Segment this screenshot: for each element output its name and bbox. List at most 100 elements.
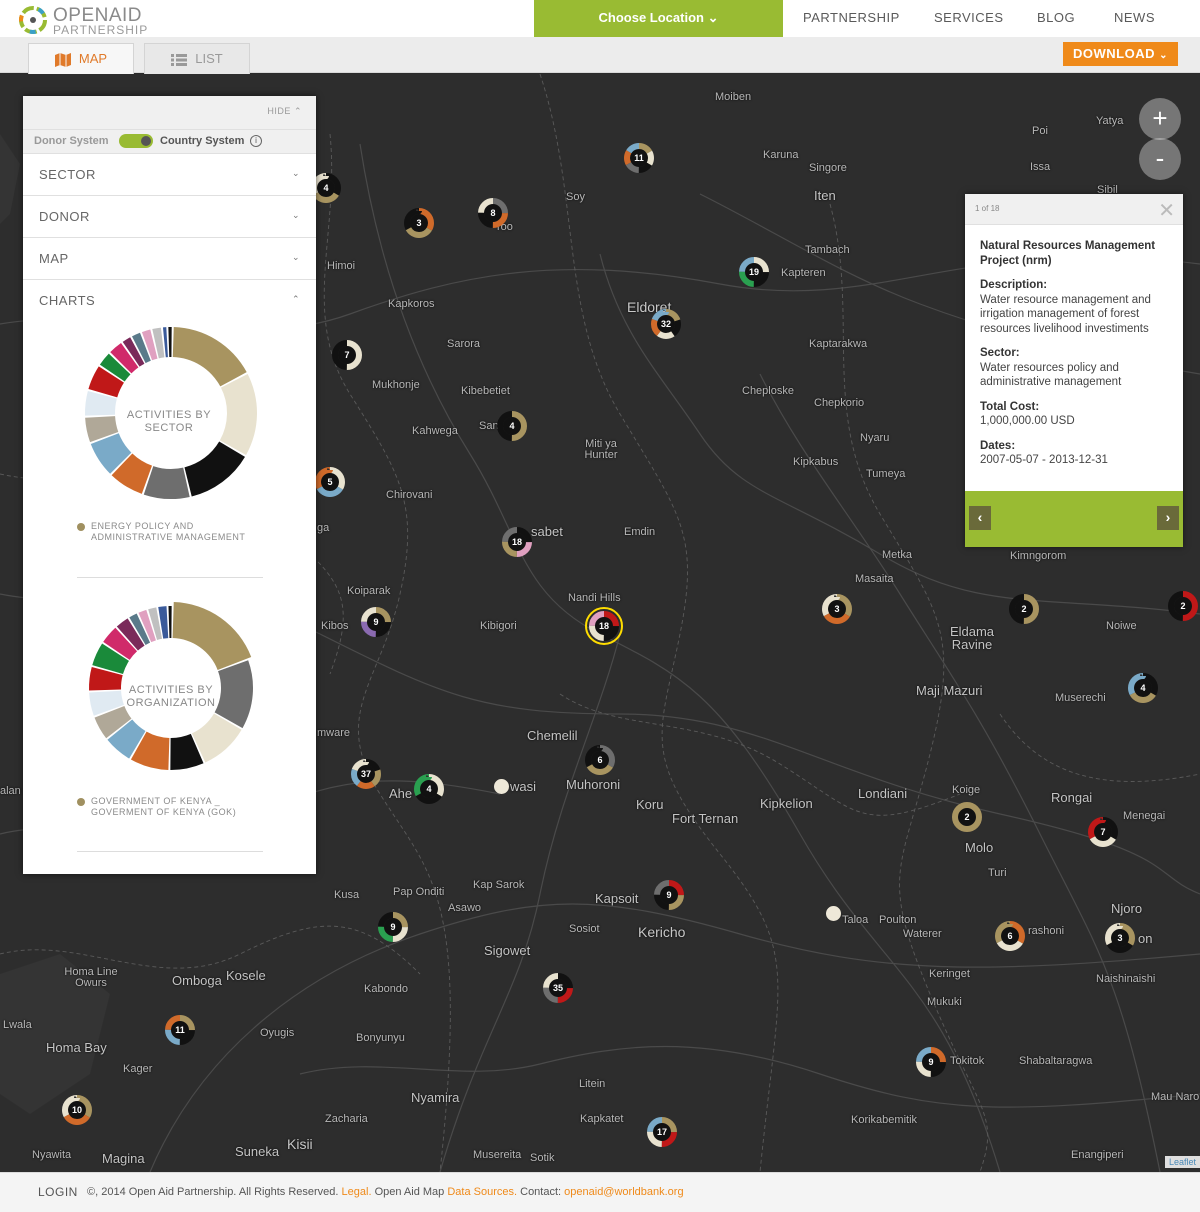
zoom-in-button[interactable]: + (1139, 98, 1181, 140)
cluster-marker[interactable]: 9 (653, 879, 685, 911)
previous-button[interactable]: ‹ (969, 506, 991, 530)
single-activity-marker[interactable] (494, 779, 509, 794)
cluster-count: 19 (748, 267, 759, 277)
logo-icon (19, 6, 47, 34)
cluster-marker-selected[interactable]: 18 (585, 607, 623, 645)
place-label: Kericho (638, 924, 686, 940)
cluster-marker[interactable]: 7 (1087, 816, 1119, 848)
nav-blog[interactable]: BLOG (1037, 10, 1075, 25)
place-label: Kager (123, 1063, 153, 1075)
accordion-label: DONOR (39, 209, 90, 224)
place-label: Asawo (448, 902, 482, 914)
cluster-marker[interactable]: 32 (650, 308, 682, 340)
cluster-marker[interactable]: 4 (413, 773, 445, 805)
login-link[interactable]: LOGIN (38, 1185, 78, 1199)
cluster-count: 3 (1117, 933, 1123, 943)
place-label: Chepkorio (814, 397, 865, 409)
divider (77, 851, 263, 852)
cluster-count: 4 (509, 421, 515, 431)
cluster-marker[interactable]: 7 (331, 339, 363, 371)
choose-location-button[interactable]: Choose Location ⌄ (534, 0, 783, 37)
system-toggle[interactable] (119, 134, 153, 148)
info-icon[interactable]: i (250, 135, 262, 147)
cluster-marker[interactable]: 8 (477, 197, 509, 229)
place-label: Kapkatet (580, 1113, 624, 1125)
place-label: Mau Naro (1151, 1091, 1200, 1103)
cluster-marker[interactable]: 37 (350, 758, 382, 790)
hide-panel-button[interactable]: HIDE ⌃ (267, 106, 302, 117)
tab-list[interactable]: LIST (144, 43, 250, 74)
donut-slice[interactable] (143, 466, 190, 499)
donor-system-label: Donor System (34, 135, 109, 147)
chart-title-line: ORGANIZATION (126, 697, 216, 709)
place-label: Waterer (903, 928, 942, 940)
cluster-marker[interactable]: 2 (1167, 590, 1199, 622)
close-icon[interactable]: ✕ (1158, 198, 1175, 223)
cluster-count: 2 (1021, 604, 1027, 614)
data-sources-link[interactable]: Data Sources. (447, 1186, 517, 1198)
place-label: Chemelil (527, 728, 578, 743)
cluster-marker[interactable]: 3 (403, 207, 435, 239)
tab-map[interactable]: MAP (28, 43, 134, 74)
cluster-marker[interactable]: 3 (821, 593, 853, 625)
donut-slice[interactable] (172, 327, 247, 387)
cluster-marker[interactable]: 19 (738, 256, 770, 288)
cluster-count: 2 (964, 812, 970, 822)
next-button[interactable]: › (1157, 506, 1179, 530)
accordion-donor[interactable]: DONOR ⌄ (23, 196, 316, 238)
place-label: Emdin (624, 526, 656, 538)
place-label: Cheploske (742, 385, 794, 397)
nav-partnership[interactable]: PARTNERSHIP (803, 10, 900, 25)
cluster-count: 9 (666, 890, 672, 900)
place-label: Sosiot (569, 923, 600, 935)
cluster-marker[interactable]: 9 (360, 606, 392, 638)
cluster-marker[interactable]: 35 (542, 972, 574, 1004)
cluster-marker[interactable]: 10 (61, 1094, 93, 1126)
cluster-marker[interactable]: 4 (1127, 672, 1159, 704)
place-label: Poi (1032, 125, 1048, 137)
download-button[interactable]: DOWNLOAD ⌄ (1063, 42, 1178, 66)
chevron-right-icon: › (1165, 509, 1171, 525)
nav-news[interactable]: NEWS (1114, 10, 1155, 25)
cluster-marker[interactable]: 3 (1104, 922, 1136, 954)
chevron-down-icon: ⌄ (291, 168, 300, 178)
leaflet-attribution[interactable]: Leaflet (1164, 1156, 1200, 1168)
place-label: Moiben (715, 91, 752, 103)
legal-link[interactable]: Legal. (342, 1186, 372, 1198)
cluster-marker[interactable]: 6 (994, 920, 1026, 952)
cluster-marker[interactable]: 11 (623, 142, 655, 174)
place-label: Kimngorom (1010, 550, 1067, 562)
cluster-marker[interactable]: 6 (584, 744, 616, 776)
cluster-marker[interactable]: 4 (496, 410, 528, 442)
place-label: Oyugis (260, 1027, 295, 1039)
email-link[interactable]: openaid@worldbank.org (564, 1186, 683, 1198)
cluster-marker[interactable]: 17 (646, 1116, 678, 1148)
place-label: Issa (1030, 161, 1051, 173)
cluster-marker[interactable]: 2 (1008, 593, 1040, 625)
cluster-marker[interactable]: 11 (164, 1014, 196, 1046)
accordion-map[interactable]: MAP ⌄ (23, 238, 316, 280)
cluster-marker[interactable]: 9 (915, 1046, 947, 1078)
cluster-marker[interactable]: 9 (377, 911, 409, 943)
cluster-count: 35 (552, 983, 563, 993)
nav-services[interactable]: SERVICES (934, 10, 1004, 25)
accordion-sector[interactable]: SECTOR ⌄ (23, 154, 316, 196)
place-label: Fort Ternan (672, 811, 739, 826)
accordion-charts[interactable]: CHARTS ⌃ (23, 280, 316, 322)
donut-slice[interactable] (184, 441, 245, 497)
place-label: ga (317, 522, 330, 534)
contact-label: Contact: (520, 1186, 562, 1198)
cluster-marker[interactable]: 18 (501, 526, 533, 558)
donut-slice[interactable] (168, 606, 172, 639)
zoom-out-button[interactable]: - (1139, 138, 1181, 180)
logo[interactable]: OPENAID PARTNERSHIP (18, 4, 148, 37)
single-activity-marker[interactable] (826, 906, 841, 921)
donut-slice[interactable] (219, 374, 257, 456)
donut-slice[interactable] (172, 602, 252, 670)
cluster-marker[interactable]: 5 (314, 466, 346, 498)
cluster-count: 11 (634, 153, 644, 163)
description-label: Description: (980, 279, 1048, 291)
donut-slice[interactable] (168, 327, 172, 358)
cluster-marker[interactable]: 2 (951, 801, 983, 833)
place-label: Eldama Ravine (949, 624, 995, 652)
